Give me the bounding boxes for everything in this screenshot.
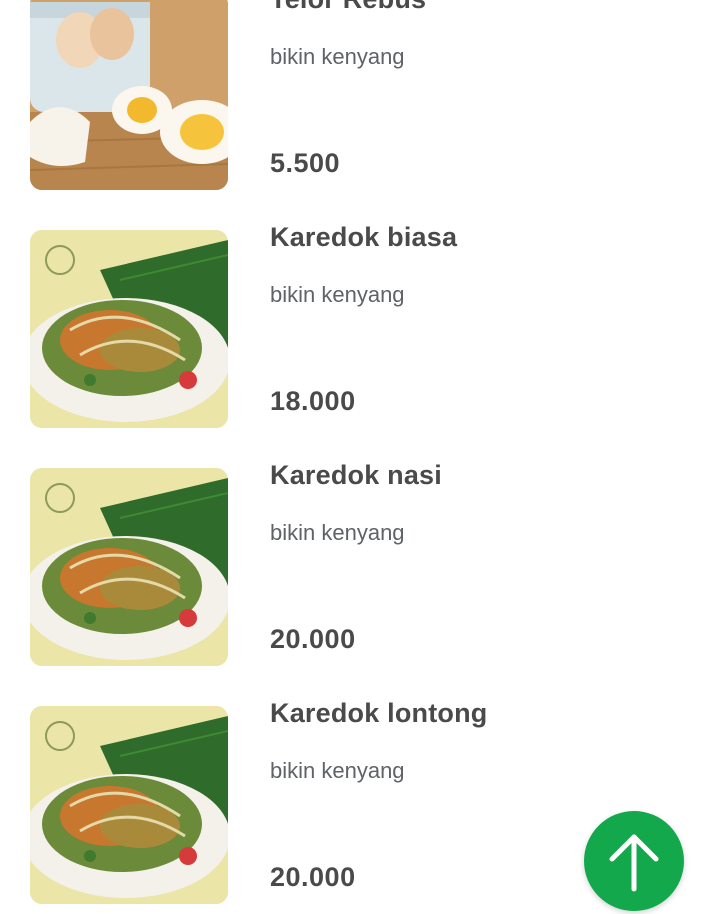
menu-item-price: 20.000: [270, 624, 356, 654]
menu-item[interactable]: Telor Rebus bikin kenyang 5.500: [0, 0, 720, 200]
arrow-up-icon: [609, 834, 659, 892]
menu-item-price: 18.000: [270, 386, 356, 416]
menu-item-name: Karedok nasi: [270, 460, 442, 490]
boiled-eggs-photo: [30, 0, 228, 190]
menu-item[interactable]: Karedok biasa bikin kenyang 18.000: [0, 200, 720, 438]
menu-item-name: Karedok lontong: [270, 698, 488, 728]
karedok-salad-photo: [30, 706, 228, 904]
menu-list: Telor Rebus bikin kenyang 5.500 Karedok …: [0, 0, 720, 914]
menu-item-price: 20.000: [270, 862, 356, 892]
menu-item-image[interactable]: [30, 230, 228, 428]
karedok-salad-photo: [30, 230, 228, 428]
menu-item-description: bikin kenyang: [270, 520, 405, 545]
menu-item-image[interactable]: [30, 706, 228, 904]
menu-item-description: bikin kenyang: [270, 282, 405, 307]
menu-item[interactable]: Karedok nasi bikin kenyang 20.000: [0, 438, 720, 676]
menu-item-image[interactable]: [30, 468, 228, 666]
menu-item-description: bikin kenyang: [270, 758, 405, 783]
scroll-to-top-button[interactable]: [584, 811, 684, 911]
karedok-salad-photo: [30, 468, 228, 666]
menu-item-price: 5.500: [270, 148, 341, 178]
menu-item-image[interactable]: [30, 0, 228, 190]
menu-item-name: Karedok biasa: [270, 222, 458, 252]
menu-item-description: bikin kenyang: [270, 44, 405, 69]
menu-item-name: Telor Rebus: [270, 0, 426, 15]
